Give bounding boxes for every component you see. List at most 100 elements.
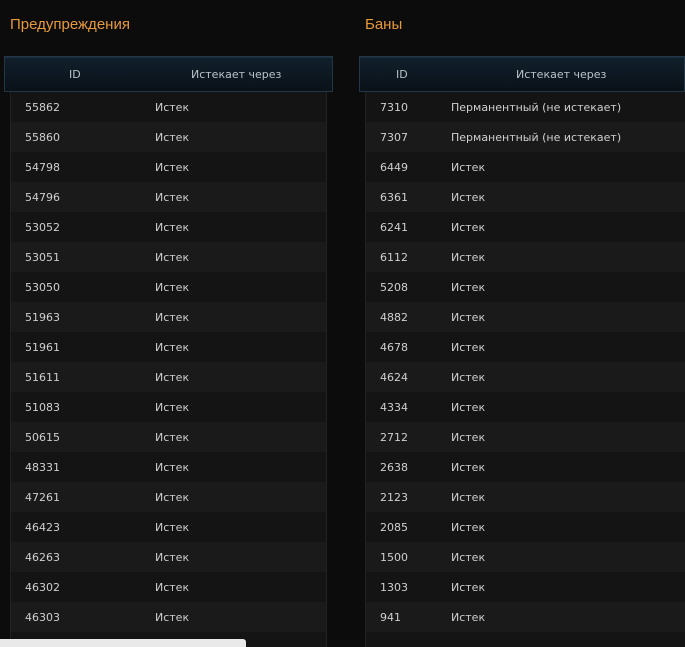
- table-row: 4334 Истек: [366, 392, 685, 422]
- row-expires: Истек: [451, 551, 486, 564]
- row-expires: Истек: [155, 401, 190, 414]
- bans-table-header: ID Истекает через: [359, 56, 685, 92]
- row-id: 47261: [25, 491, 60, 504]
- row-id: 6361: [380, 191, 408, 204]
- row-id: 1500: [380, 551, 408, 564]
- table-row: 55860 Истек: [11, 122, 326, 152]
- row-id: 4678: [380, 341, 408, 354]
- row-id: 51963: [25, 311, 60, 324]
- row-expires: Истек: [451, 281, 486, 294]
- table-row: 2638 Истек: [366, 452, 685, 482]
- row-id: 54798: [25, 161, 60, 174]
- table-row: 51961 Истек: [11, 332, 326, 362]
- table-row: 46423 Истек: [11, 512, 326, 542]
- row-id: 46303: [25, 611, 60, 624]
- row-expires: Перманентный (не истекает): [451, 101, 622, 114]
- table-row: 55862 Истек: [11, 92, 326, 122]
- row-expires: Истек: [155, 191, 190, 204]
- table-row: 7310 Перманентный (не истекает): [366, 92, 685, 122]
- row-expires: Истек: [451, 251, 486, 264]
- table-row: 54796 Истек: [11, 182, 326, 212]
- horizontal-scrollbar[interactable]: [0, 639, 246, 647]
- row-id: 51961: [25, 341, 60, 354]
- table-row: 2712 Истек: [366, 422, 685, 452]
- table-row: 48331 Истек: [11, 452, 326, 482]
- row-id: 6241: [380, 221, 408, 234]
- row-id: 2638: [380, 461, 408, 474]
- row-expires: Истек: [155, 581, 190, 594]
- table-row: 2085 Истек: [366, 512, 685, 542]
- row-id: 4334: [380, 401, 408, 414]
- bans-header-id[interactable]: ID: [396, 68, 408, 81]
- row-id: 46302: [25, 581, 60, 594]
- row-id: 5208: [380, 281, 408, 294]
- table-row: 53052 Истек: [11, 212, 326, 242]
- row-expires: Истек: [155, 521, 190, 534]
- table-row: 1303 Истек: [366, 572, 685, 602]
- row-expires: Истек: [451, 401, 486, 414]
- warnings-table-header: ID Истекает через: [4, 56, 333, 92]
- row-id: 51611: [25, 371, 60, 384]
- bans-header-expires[interactable]: Истекает через: [516, 68, 606, 81]
- row-expires: Истек: [155, 611, 190, 624]
- row-expires: Истек: [451, 521, 486, 534]
- table-row: 6112 Истек: [366, 242, 685, 272]
- row-expires: Истек: [451, 611, 486, 624]
- row-expires: Истек: [451, 161, 486, 174]
- row-expires: Истек: [155, 371, 190, 384]
- row-id: 54796: [25, 191, 60, 204]
- row-id: 7307: [380, 131, 408, 144]
- table-row: 51083 Истек: [11, 392, 326, 422]
- row-expires: Истек: [155, 131, 190, 144]
- row-expires: Истек: [155, 281, 190, 294]
- table-row: 54798 Истек: [11, 152, 326, 182]
- table-row: 4882 Истек: [366, 302, 685, 332]
- table-row: 941 Истек: [366, 602, 685, 632]
- table-row: 46263 Истек: [11, 542, 326, 572]
- row-id: 46423: [25, 521, 60, 534]
- row-id: 55860: [25, 131, 60, 144]
- warnings-header-id[interactable]: ID: [69, 68, 81, 81]
- row-id: 51083: [25, 401, 60, 414]
- row-expires: Истек: [451, 431, 486, 444]
- table-row: 47261 Истек: [11, 482, 326, 512]
- row-id: 941: [380, 611, 401, 624]
- row-id: 53051: [25, 251, 60, 264]
- row-id: 7310: [380, 101, 408, 114]
- row-expires: Истек: [451, 581, 486, 594]
- table-row: 6241 Истек: [366, 212, 685, 242]
- row-id: 4624: [380, 371, 408, 384]
- row-expires: Перманентный (не истекает): [451, 131, 622, 144]
- row-expires: Истек: [451, 221, 486, 234]
- row-expires: Истек: [155, 101, 190, 114]
- row-id: 53052: [25, 221, 60, 234]
- row-expires: Истек: [451, 491, 486, 504]
- table-row: 51963 Истек: [11, 302, 326, 332]
- row-id: 1303: [380, 581, 408, 594]
- table-row: 6449 Истек: [366, 152, 685, 182]
- row-expires: Истек: [451, 371, 486, 384]
- warnings-header-expires[interactable]: Истекает через: [191, 68, 281, 81]
- table-row: 7307 Перманентный (не истекает): [366, 122, 685, 152]
- row-expires: Истек: [155, 431, 190, 444]
- table-row: 53051 Истек: [11, 242, 326, 272]
- row-expires: Истек: [155, 221, 190, 234]
- row-id: 55862: [25, 101, 60, 114]
- row-id: 4882: [380, 311, 408, 324]
- row-expires: Истек: [451, 341, 486, 354]
- row-id: 6112: [380, 251, 408, 264]
- row-id: 46263: [25, 551, 60, 564]
- table-row: 4678 Истек: [366, 332, 685, 362]
- row-expires: Истек: [451, 191, 486, 204]
- row-expires: Истек: [155, 341, 190, 354]
- table-row: 46303 Истек: [11, 602, 326, 632]
- row-expires: Истек: [451, 461, 486, 474]
- row-id: 2712: [380, 431, 408, 444]
- row-id: 53050: [25, 281, 60, 294]
- table-row: 5208 Истек: [366, 272, 685, 302]
- warnings-title: Предупреждения: [10, 16, 130, 33]
- row-expires: Истек: [155, 251, 190, 264]
- row-expires: Истек: [155, 161, 190, 174]
- bans-table-body: 7310 Перманентный (не истекает) 7307 Перман…: [365, 92, 685, 647]
- row-id: 6449: [380, 161, 408, 174]
